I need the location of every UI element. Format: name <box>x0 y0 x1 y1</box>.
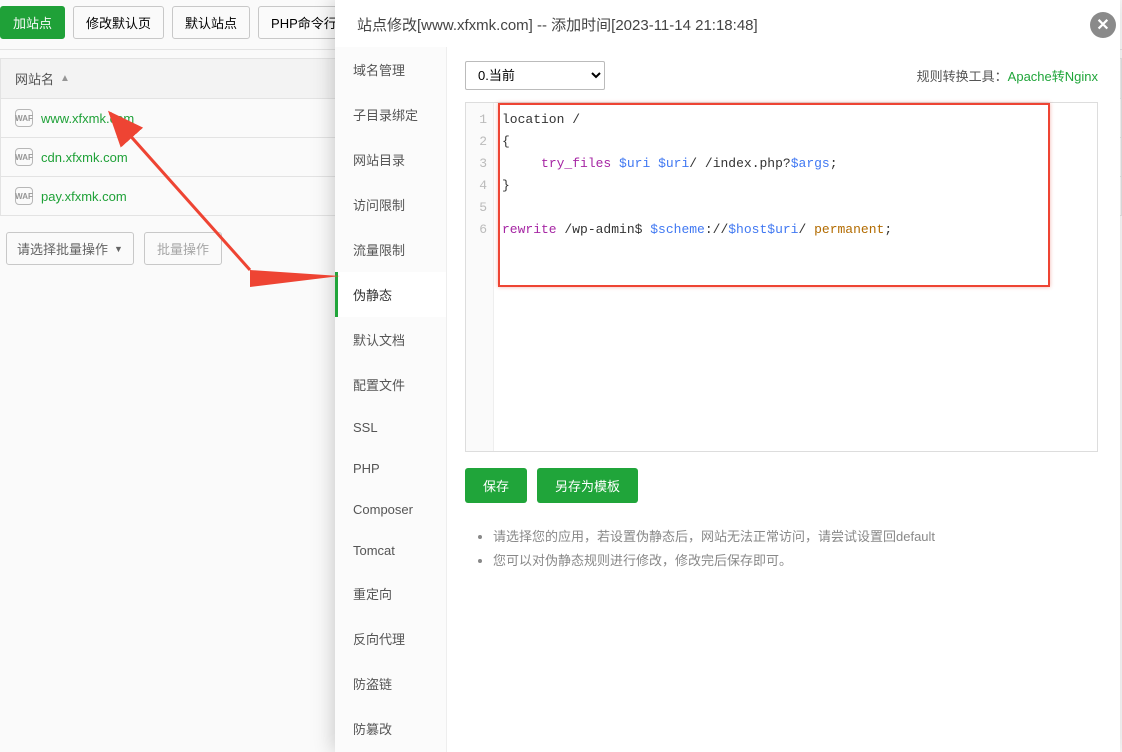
side-item-9[interactable]: PHP <box>335 448 446 489</box>
apache-to-nginx-link[interactable]: Apache转Nginx <box>1008 69 1098 84</box>
code-gutter: 123456 <box>466 103 494 451</box>
hint-item: 请选择您的应用，若设置伪静态后，网站无法正常访问，请尝试设置回default <box>493 525 1098 549</box>
tool-label: 规则转换工具： <box>917 69 1008 84</box>
main-panel: 0.当前 规则转换工具：Apache转Nginx 123456 location… <box>447 47 1120 752</box>
side-item-12[interactable]: 重定向 <box>335 571 446 616</box>
panel-top-row: 0.当前 规则转换工具：Apache转Nginx <box>465 61 1098 90</box>
side-menu: 域名管理子目录绑定网站目录访问限制流量限制伪静态默认文档配置文件SSLPHPCo… <box>335 47 447 752</box>
code-line[interactable]: try_files $uri $uri/ /index.php?$args; <box>502 153 1089 175</box>
editor-actions: 保存 另存为模板 <box>465 468 1098 503</box>
modal-body: 域名管理子目录绑定网站目录访问限制流量限制伪静态默认文档配置文件SSLPHPCo… <box>335 47 1120 752</box>
side-item-11[interactable]: Tomcat <box>335 530 446 571</box>
side-item-6[interactable]: 默认文档 <box>335 317 446 362</box>
side-item-15[interactable]: 防篡改 <box>335 706 446 751</box>
side-item-4[interactable]: 流量限制 <box>335 227 446 272</box>
hint-item: 您可以对伪静态规则进行修改，修改完后保存即可。 <box>493 549 1098 573</box>
side-item-7[interactable]: 配置文件 <box>335 362 446 407</box>
code-line[interactable]: { <box>502 131 1089 153</box>
side-item-14[interactable]: 防盗链 <box>335 661 446 706</box>
code-line[interactable] <box>502 197 1089 219</box>
rule-tool: 规则转换工具：Apache转Nginx <box>917 66 1098 85</box>
site-edit-modal: 站点修改[www.xfxmk.com] -- 添加时间[2023-11-14 2… <box>335 0 1120 752</box>
hints-list: 请选择您的应用，若设置伪静态后，网站无法正常访问，请尝试设置回default 您… <box>465 525 1098 573</box>
modal-title: 站点修改[www.xfxmk.com] -- 添加时间[2023-11-14 2… <box>335 0 1120 47</box>
rewrite-template-select[interactable]: 0.当前 <box>465 61 605 90</box>
close-icon[interactable]: ✕ <box>1090 12 1116 38</box>
code-line[interactable]: rewrite /wp-admin$ $scheme://$host$uri/ … <box>502 219 1089 241</box>
side-item-3[interactable]: 访问限制 <box>335 182 446 227</box>
side-item-2[interactable]: 网站目录 <box>335 137 446 182</box>
side-item-10[interactable]: Composer <box>335 489 446 530</box>
side-item-5[interactable]: 伪静态 <box>335 272 446 317</box>
code-line[interactable]: location / <box>502 109 1089 131</box>
save-button[interactable]: 保存 <box>465 468 527 503</box>
side-item-1[interactable]: 子目录绑定 <box>335 92 446 137</box>
code-area[interactable]: location /{ try_files $uri $uri/ /index.… <box>494 103 1097 451</box>
code-line[interactable]: } <box>502 175 1089 197</box>
side-item-13[interactable]: 反向代理 <box>335 616 446 661</box>
code-editor[interactable]: 123456 location /{ try_files $uri $uri/ … <box>465 102 1098 452</box>
save-as-template-button[interactable]: 另存为模板 <box>537 468 638 503</box>
side-item-0[interactable]: 域名管理 <box>335 47 446 92</box>
side-item-8[interactable]: SSL <box>335 407 446 448</box>
